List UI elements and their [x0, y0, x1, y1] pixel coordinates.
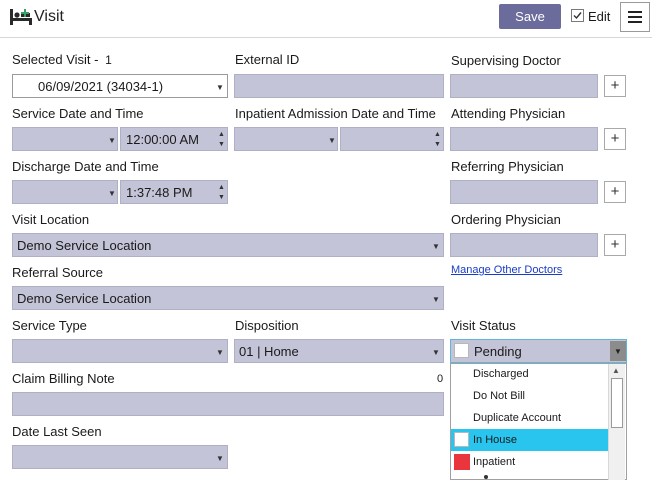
status-option-duplicate-account[interactable]: Duplicate Account [451, 407, 608, 429]
service-date-select[interactable]: ▼ [12, 127, 118, 151]
status-option-do-not-bill[interactable]: Do Not Bill [451, 385, 608, 407]
claim-billing-note-input[interactable] [12, 392, 444, 416]
bed-icon [10, 9, 32, 25]
chevron-down-icon: ▼ [216, 454, 224, 463]
chevron-down-icon: ▼ [432, 348, 440, 357]
referring-physician-label: Referring Physician [451, 159, 564, 174]
visit-status-label: Visit Status [451, 318, 516, 333]
attending-physician-input[interactable] [450, 127, 598, 151]
add-attending-physician-button[interactable]: + [604, 128, 626, 150]
dropdown-scrollbar[interactable]: ▲ [608, 364, 625, 480]
chevron-down-icon: ▼ [614, 347, 622, 356]
selected-visit-value: 06/09/2021 (34034-1) [38, 79, 164, 94]
external-id-input[interactable] [234, 74, 444, 98]
ordering-physician-label: Ordering Physician [451, 212, 561, 227]
status-option-label: Do Not Bill [473, 390, 525, 402]
add-supervising-doctor-button[interactable]: + [604, 75, 626, 97]
status-swatch [454, 432, 469, 447]
save-button[interactable]: Save [499, 4, 561, 29]
attending-physician-label: Attending Physician [451, 106, 566, 121]
edit-checkbox[interactable] [571, 9, 584, 22]
inpatient-admission-time-input[interactable]: ▲ ▼ [340, 127, 444, 151]
disposition-select[interactable]: 01 | Home ▼ [234, 339, 444, 363]
date-last-seen-label: Date Last Seen [12, 424, 102, 439]
spin-up-icon[interactable]: ▲ [434, 131, 441, 138]
visit-location-select[interactable]: Demo Service Location ▼ [12, 233, 444, 257]
status-option-label: Discharged [473, 368, 529, 380]
status-option-label: In House [473, 434, 518, 446]
spin-down-icon[interactable]: ▼ [434, 141, 441, 148]
status-option-partial [451, 473, 608, 479]
discharge-time-value: 1:37:48 PM [126, 185, 193, 200]
service-type-label: Service Type [12, 318, 87, 333]
supervising-doctor-label: Supervising Doctor [451, 53, 561, 68]
visit-location-value: Demo Service Location [17, 238, 152, 253]
referral-source-label: Referral Source [12, 265, 104, 280]
inpatient-admission-date-select[interactable]: ▼ [234, 127, 338, 151]
status-swatch [454, 343, 469, 358]
supervising-doctor-input[interactable] [450, 74, 598, 98]
spin-up-icon[interactable]: ▲ [218, 184, 225, 191]
service-datetime-label: Service Date and Time [12, 106, 144, 121]
service-type-select[interactable]: ▼ [12, 339, 228, 363]
page-title: Visit [34, 8, 64, 25]
disposition-label: Disposition [235, 318, 299, 333]
chevron-down-icon: ▼ [328, 136, 336, 145]
referral-source-value: Demo Service Location [17, 291, 152, 306]
add-referring-physician-button[interactable]: + [604, 181, 626, 203]
status-option-label: Inpatient [473, 456, 516, 468]
chevron-down-icon: ▼ [432, 295, 440, 304]
dropdown-toggle[interactable]: ▼ [610, 341, 626, 361]
date-last-seen-select[interactable]: ▼ [12, 445, 228, 469]
spin-down-icon[interactable]: ▼ [218, 141, 225, 148]
discharge-date-select[interactable]: ▼ [12, 180, 118, 204]
selected-visit-select[interactable]: 06/09/2021 (34034-1) ▼ [12, 74, 228, 98]
add-ordering-physician-button[interactable]: + [604, 234, 626, 256]
status-option-inpatient[interactable]: Inpatient [451, 451, 608, 473]
status-swatch [454, 454, 470, 470]
visit-status-value: Pending [474, 344, 522, 359]
service-time-value: 12:00:00 AM [126, 132, 199, 147]
chevron-down-icon: ▼ [216, 348, 224, 357]
disposition-value: 01 | Home [239, 344, 299, 359]
external-id-label: External ID [235, 52, 300, 67]
checkmark-icon [573, 12, 582, 20]
claim-billing-note-label: Claim Billing Note [12, 371, 115, 386]
chevron-down-icon: ▼ [216, 83, 224, 92]
selected-visit-label-text: Selected Visit - [12, 52, 99, 67]
referring-physician-input[interactable] [450, 180, 598, 204]
spin-down-icon[interactable]: ▼ [218, 194, 225, 201]
selected-visit-count: 1 [105, 53, 112, 67]
referral-source-select[interactable]: Demo Service Location ▼ [12, 286, 444, 310]
discharge-datetime-label: Discharge Date and Time [12, 159, 159, 174]
hamburger-menu-icon [628, 11, 642, 23]
selected-visit-label: Selected Visit - 1 [12, 52, 112, 67]
inpatient-admission-label: Inpatient Admission Date and Time [235, 106, 436, 121]
status-option-discharged[interactable]: Discharged [451, 363, 608, 385]
ordering-physician-input[interactable] [450, 233, 598, 257]
chevron-down-icon: ▼ [432, 242, 440, 251]
chevron-down-icon: ▼ [108, 136, 116, 145]
chevron-down-icon: ▼ [108, 189, 116, 198]
service-time-input[interactable]: 12:00:00 AM ▲ ▼ [120, 127, 228, 151]
partial-item-glyph [484, 475, 488, 479]
edit-label: Edit [588, 9, 611, 24]
spin-up-icon[interactable]: ▲ [218, 131, 225, 138]
discharge-time-input[interactable]: 1:37:48 PM ▲ ▼ [120, 180, 228, 204]
manage-other-doctors-link[interactable]: Manage Other Doctors [451, 264, 562, 276]
visit-status-select[interactable]: Pending ▼ [450, 339, 627, 363]
status-option-in-house[interactable]: In House [451, 429, 608, 451]
visit-location-label: Visit Location [12, 212, 90, 227]
scroll-up-icon[interactable]: ▲ [612, 366, 620, 375]
claim-billing-note-count: 0 [437, 373, 444, 385]
status-option-label: Duplicate Account [473, 412, 562, 424]
scrollbar-thumb[interactable] [611, 378, 623, 428]
menu-button[interactable] [620, 2, 650, 32]
